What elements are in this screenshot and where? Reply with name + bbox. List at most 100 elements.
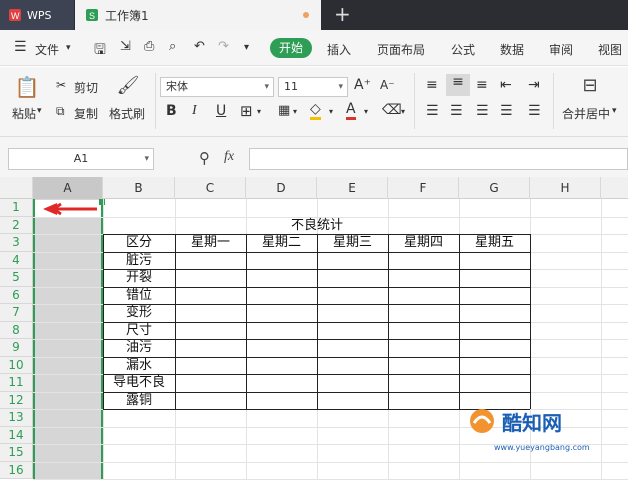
row-header-5[interactable]: 5 [0,269,33,287]
font-size-select[interactable]: 11 ▾ [278,77,348,97]
align-right-icon[interactable]: ☰ [476,103,489,119]
table-header-cell[interactable]: 星期四 [388,234,459,252]
format-painter-button[interactable]: 格式刷 [109,105,145,122]
undo-icon[interactable]: ↶ [194,39,205,54]
cut-icon[interactable]: ✂ [56,78,66,92]
indent-decrease-icon[interactable]: ⇤ [500,77,512,93]
table-header-cell[interactable]: 区分 [103,234,175,252]
fill-handle[interactable] [99,199,105,205]
copy-icon[interactable]: ⧉ [56,104,65,119]
menu-page-layout[interactable]: 页面布局 [377,41,425,58]
workbook-tab[interactable]: S 工作簿1 [75,0,321,30]
paste-button[interactable]: 粘贴 [12,105,36,122]
row-header-14[interactable]: 14 [0,426,33,444]
cell-style-chevron-icon[interactable]: ▾ [293,107,297,116]
row-header-2[interactable]: 2 [0,216,33,234]
print-preview-icon[interactable]: ⌕ [169,39,176,54]
font-color-icon[interactable]: A [346,101,356,120]
clear-format-icon[interactable]: ⌫ [382,102,402,118]
align-left-icon[interactable]: ☰ [426,103,439,119]
menu-data[interactable]: 数据 [500,41,524,58]
cut-button[interactable]: 剪切 [74,79,98,96]
redo-icon[interactable]: ↷ [218,39,229,54]
font-color-chevron-icon[interactable]: ▾ [364,107,368,116]
menu-formula[interactable]: 公式 [451,41,475,58]
file-chevron-down-icon[interactable]: ▾ [66,43,71,53]
category-cell[interactable]: 开裂 [103,269,175,287]
bold-button[interactable]: B [166,103,177,119]
menu-start[interactable]: 开始 [270,38,312,58]
row-header-8[interactable]: 8 [0,321,33,339]
zoom-formula-icon[interactable]: ⚲ [199,149,210,167]
category-cell[interactable]: 露铜 [103,392,175,410]
table-header-cell[interactable]: 星期五 [459,234,530,252]
table-header-cell[interactable]: 星期一 [175,234,246,252]
column-header-e[interactable]: E [317,177,388,199]
formula-input[interactable] [249,148,628,170]
new-tab-button[interactable]: + [334,2,351,26]
paste-icon[interactable]: 📋 [14,75,40,99]
print-icon[interactable]: ⎙ [144,39,154,54]
menu-view[interactable]: 视图 [598,41,622,58]
underline-button[interactable]: U [216,103,226,119]
border-chevron-icon[interactable]: ▾ [257,107,261,116]
justify-icon[interactable]: ☰ [500,103,513,119]
column-header-h[interactable]: H [530,177,601,199]
column-header-f[interactable]: F [388,177,459,199]
column-header-d[interactable]: D [246,177,317,199]
row-header-3[interactable]: 3 [0,234,33,252]
table-title-cell[interactable]: 不良统计 [246,217,388,234]
menu-review[interactable]: 审阅 [549,41,573,58]
spreadsheet-grid[interactable]: A B C D E F G H 1 2 3 4 5 6 7 8 9 10 11 12 13 14 15 16 … [0,177,628,480]
align-bottom-icon[interactable]: ≡ [476,77,488,93]
copy-button[interactable]: 复制 [74,105,98,122]
font-family-select[interactable]: 宋体 ▾ [160,77,274,97]
cell-style-icon[interactable]: ▦ [278,103,290,118]
fill-color-icon[interactable]: ◇ [310,101,321,120]
export-icon[interactable]: ⇲ [120,39,131,54]
row-header-15[interactable]: 15 [0,444,33,462]
paste-chevron-icon[interactable]: ▾ [37,106,42,116]
fx-icon[interactable]: fx [224,149,234,165]
row-header-7[interactable]: 7 [0,304,33,322]
category-cell[interactable]: 漏水 [103,357,175,375]
distributed-icon[interactable]: ☰ [528,103,541,119]
category-cell[interactable]: 油污 [103,339,175,357]
fill-chevron-icon[interactable]: ▾ [329,107,333,116]
menu-insert[interactable]: 插入 [327,41,351,58]
row-header-11[interactable]: 11 [0,374,33,392]
column-header-c[interactable]: C [175,177,246,199]
category-cell[interactable]: 导电不良 [103,374,175,392]
row-header-16[interactable]: 16 [0,461,33,479]
category-cell[interactable]: 错位 [103,287,175,305]
wps-home-tab[interactable]: W WPS [0,0,74,30]
name-box[interactable]: A1 ▾ [8,148,154,170]
select-all-corner[interactable] [0,177,33,199]
clear-chevron-icon[interactable]: ▾ [401,107,405,116]
format-painter-icon[interactable]: 🖌 [116,75,140,96]
row-header-1[interactable]: 1 [0,199,33,217]
table-header-cell[interactable]: 星期三 [317,234,388,252]
category-cell[interactable]: 变形 [103,304,175,322]
border-icon[interactable]: ⊞ [240,102,253,120]
column-header-g[interactable]: G [459,177,530,199]
align-center-icon[interactable]: ☰ [450,103,463,119]
row-header-4[interactable]: 4 [0,251,33,269]
category-cell[interactable]: 脏污 [103,252,175,270]
column-header-a[interactable]: A [33,177,103,199]
row-header-9[interactable]: 9 [0,339,33,357]
align-top-icon[interactable]: ≡ [426,77,438,93]
merge-chevron-icon[interactable]: ▾ [612,106,617,116]
hamburger-menu-icon[interactable]: ☰ [14,39,27,55]
table-header-cell[interactable]: 星期二 [246,234,317,252]
merge-center-icon[interactable]: ⊟ [578,75,602,96]
align-middle-icon[interactable]: ≡ [446,74,470,96]
column-header-b[interactable]: B [103,177,175,199]
row-header-6[interactable]: 6 [0,286,33,304]
increase-font-icon[interactable]: A⁺ [354,77,371,93]
quick-access-chevron-icon[interactable]: ▾ [244,42,249,53]
save-icon[interactable]: 🖫 [94,39,106,63]
category-cell[interactable]: 尺寸 [103,322,175,340]
menu-file[interactable]: 文件 [35,41,59,58]
decrease-font-icon[interactable]: A⁻ [380,78,395,92]
